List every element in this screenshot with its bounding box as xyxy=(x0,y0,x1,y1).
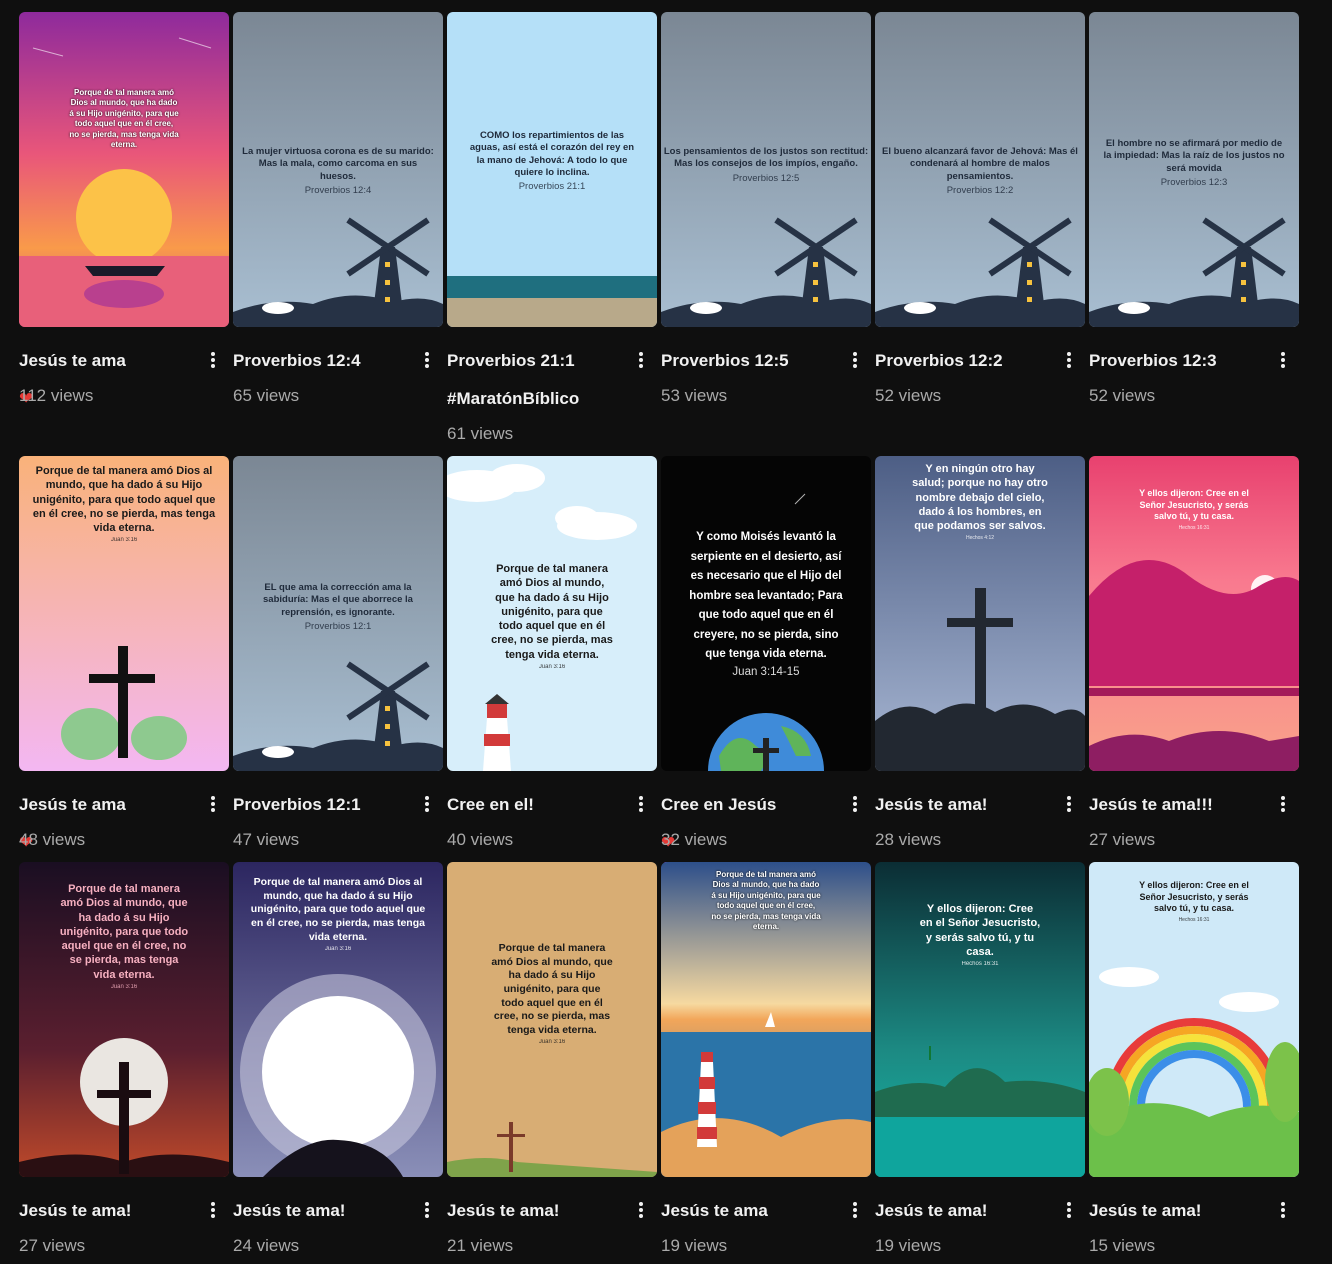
view-count: 27 views xyxy=(19,1236,86,1255)
view-count: 61 views xyxy=(447,424,514,443)
verse-caption: Porque de tal manera amó Dios al mundo, … xyxy=(32,465,216,544)
video-title[interactable]: Jesús te ama ❤ xyxy=(19,786,197,862)
view-count: 27 views xyxy=(1089,830,1156,849)
more-options-icon[interactable] xyxy=(203,346,223,372)
video-title[interactable]: Proverbios 21:1 #MaratónBíblico xyxy=(447,342,625,418)
video-title[interactable]: Proverbios 12:5 xyxy=(661,342,839,380)
verse-caption: Y ellos dijeron: Cree en el Señor Jesucr… xyxy=(1139,880,1249,924)
more-options-icon[interactable] xyxy=(1273,346,1293,372)
video-title[interactable]: Jesús te ama!!! xyxy=(1089,786,1267,824)
video-title[interactable]: Jesús te ama! xyxy=(875,786,1053,824)
verse-caption: Porque de tal manera amó Dios al mundo, … xyxy=(250,876,426,953)
verse-caption: Porque de tal manera amó Dios al mundo, … xyxy=(69,88,179,149)
verse-caption: El hombre no se afirmará por medio de la… xyxy=(1103,138,1285,189)
video-title[interactable]: Jesús te ama! xyxy=(19,1192,197,1230)
verse-caption: Porque de tal manera amó Dios al mundo, … xyxy=(491,942,613,1046)
video-thumbnail[interactable]: Porque de tal manera amó Dios al mundo, … xyxy=(19,456,229,771)
more-options-icon[interactable] xyxy=(1059,346,1079,372)
more-options-icon[interactable] xyxy=(203,790,223,816)
more-options-icon[interactable] xyxy=(417,1196,437,1222)
view-count: 15 views xyxy=(1089,1236,1156,1255)
video-thumbnail[interactable]: Y en ningún otro hay salud; porque no ha… xyxy=(875,456,1085,771)
video-thumbnail[interactable]: Porque de tal manera amó Dios al mundo, … xyxy=(447,862,657,1177)
verse-caption: COMO los repartimientos de las aguas, as… xyxy=(469,130,635,193)
video-title[interactable]: Proverbios 12:4 xyxy=(233,342,411,380)
view-count: 53 views xyxy=(661,386,728,405)
video-title[interactable]: Jesús te ama! xyxy=(875,1192,1053,1230)
view-count: 40 views xyxy=(447,830,514,849)
view-count: 32 views xyxy=(661,830,728,849)
more-options-icon[interactable] xyxy=(1059,790,1079,816)
video-title[interactable]: Proverbios 12:2 xyxy=(875,342,1053,380)
video-thumbnail[interactable]: Porque de tal manera amó Dios al mundo, … xyxy=(661,862,871,1177)
video-title[interactable]: Proverbios 12:1 xyxy=(233,786,411,824)
view-count: 65 views xyxy=(233,386,300,405)
more-options-icon[interactable] xyxy=(631,1196,651,1222)
more-options-icon[interactable] xyxy=(845,1196,865,1222)
video-thumbnail[interactable]: Porque de tal manera amó Dios al mundo, … xyxy=(19,12,229,327)
verse-caption: Los pensamientos de los justos son recti… xyxy=(663,146,869,184)
video-title[interactable]: Jesús te ama! xyxy=(1089,1192,1267,1230)
verse-caption: EL que ama la corrección ama la sabidurí… xyxy=(263,582,413,633)
video-thumbnail[interactable]: Porque de tal manera amó Dios al mundo, … xyxy=(19,862,229,1177)
video-title[interactable]: Jesús te ama xyxy=(661,1192,839,1230)
more-options-icon[interactable] xyxy=(845,346,865,372)
verse-caption: Y en ningún otro hay salud; porque no ha… xyxy=(912,463,1048,542)
verse-caption: Porque de tal manera amó Dios al mundo, … xyxy=(491,563,613,671)
view-count: 112 views xyxy=(19,386,94,405)
more-options-icon[interactable] xyxy=(417,790,437,816)
more-options-icon[interactable] xyxy=(417,346,437,372)
video-thumbnail[interactable]: La mujer virtuosa corona es de su marido… xyxy=(233,12,443,327)
more-options-icon[interactable] xyxy=(1059,1196,1079,1222)
verse-caption: Porque de tal manera amó Dios al mundo, … xyxy=(59,883,189,991)
verse-caption: Porque de tal manera amó Dios al mundo, … xyxy=(711,870,821,931)
more-options-icon[interactable] xyxy=(1273,1196,1293,1222)
verse-caption: Y ellos dijeron: Cree en el Señor Jesucr… xyxy=(1139,488,1249,532)
video-thumbnail[interactable]: Los pensamientos de los justos son recti… xyxy=(661,12,871,327)
view-count: 19 views xyxy=(661,1236,728,1255)
verse-caption: El bueno alcanzará favor de Jehová: Mas … xyxy=(882,146,1078,197)
video-thumbnail[interactable]: Y como Moisés levantó la serpiente en el… xyxy=(661,456,871,771)
more-options-icon[interactable] xyxy=(1273,790,1293,816)
more-options-icon[interactable] xyxy=(631,346,651,372)
video-thumbnail[interactable]: EL que ama la corrección ama la sabidurí… xyxy=(233,456,443,771)
view-count: 19 views xyxy=(875,1236,942,1255)
view-count: 24 views xyxy=(233,1236,300,1255)
video-thumbnail[interactable]: Y ellos dijeron: Cree en el Señor Jesucr… xyxy=(1089,862,1299,1177)
video-title[interactable]: Jesús te ama! xyxy=(233,1192,411,1230)
view-count: 52 views xyxy=(875,386,942,405)
video-thumbnail[interactable]: Y ellos dijeron: Cree en el Señor Jesucr… xyxy=(1089,456,1299,771)
verse-caption: Y como Moisés levantó la serpiente en el… xyxy=(689,531,843,678)
view-count: 47 views xyxy=(233,830,300,849)
sunset-illustration xyxy=(19,12,229,327)
video-thumbnail[interactable]: El hombre no se afirmará por medio de la… xyxy=(1089,12,1299,327)
more-options-icon[interactable] xyxy=(631,790,651,816)
video-thumbnail[interactable]: Porque de tal manera amó Dios al mundo, … xyxy=(447,456,657,771)
video-thumbnail[interactable]: El bueno alcanzará favor de Jehová: Mas … xyxy=(875,12,1085,327)
view-count: 28 views xyxy=(875,830,942,849)
video-thumbnail[interactable]: Y ellos dijeron: Cree en el Señor Jesucr… xyxy=(875,862,1085,1177)
verse-caption: Y ellos dijeron: Cree en el Señor Jesucr… xyxy=(919,903,1041,968)
view-count: 52 views xyxy=(1089,386,1156,405)
video-title[interactable]: Proverbios 12:3 xyxy=(1089,342,1267,380)
view-count: 48 views xyxy=(19,830,86,849)
video-thumbnail[interactable]: COMO los repartimientos de las aguas, as… xyxy=(447,12,657,327)
video-title[interactable]: Jesús te ama! xyxy=(447,1192,625,1230)
view-count: 21 views xyxy=(447,1236,514,1255)
video-thumbnail[interactable]: Porque de tal manera amó Dios al mundo, … xyxy=(233,862,443,1177)
video-title[interactable]: Jesús te ama ❤ xyxy=(19,342,197,418)
video-title[interactable]: Cree en el! xyxy=(447,786,625,824)
more-options-icon[interactable] xyxy=(203,1196,223,1222)
more-options-icon[interactable] xyxy=(845,790,865,816)
verse-caption: La mujer virtuosa corona es de su marido… xyxy=(242,146,434,197)
